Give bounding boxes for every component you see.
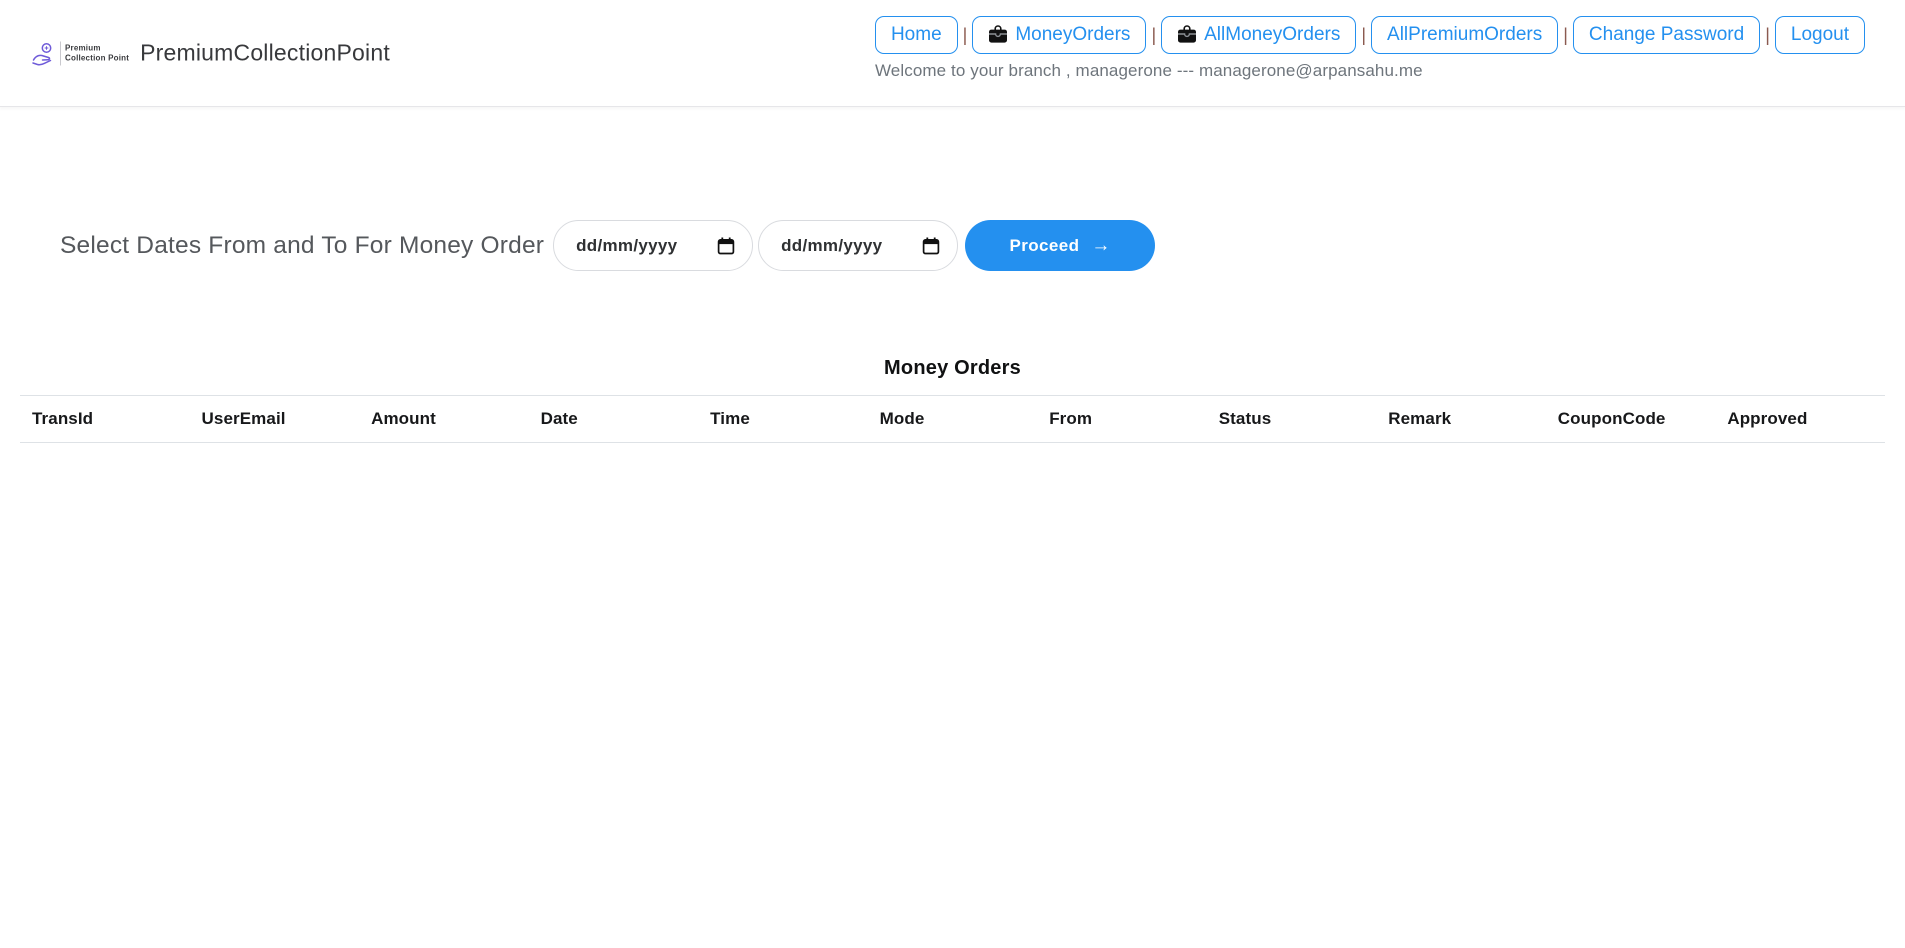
navbar: Premium Collection Point PremiumCollecti…	[0, 0, 1905, 107]
brand-title: PremiumCollectionPoint	[140, 40, 390, 67]
right-arrow-icon: →	[1091, 235, 1110, 257]
nav-button-logout[interactable]: Logout	[1775, 16, 1865, 54]
proceed-button-label: Proceed	[1009, 236, 1079, 256]
proceed-button[interactable]: Proceed →	[965, 220, 1155, 271]
column-header-amount: Amount	[359, 396, 529, 443]
nav-button-allmoneyorders[interactable]: AllMoneyOrders	[1161, 16, 1356, 54]
briefcase-icon	[1177, 25, 1197, 45]
calendar-icon[interactable]	[716, 236, 736, 256]
date-to-field[interactable]	[758, 220, 958, 271]
nav-separator: |	[963, 25, 968, 46]
column-header-time: Time	[698, 396, 868, 443]
nav-separator: |	[1765, 25, 1770, 46]
column-header-approved: Approved	[1715, 396, 1885, 443]
brand-logo-line1: Premium	[65, 43, 129, 53]
column-header-date: Date	[529, 396, 699, 443]
nav-buttons: Home | MoneyOrders |	[875, 16, 1865, 54]
brand-logo: Premium Collection Point	[30, 40, 129, 66]
column-header-transid: TransId	[20, 396, 190, 443]
main-content: Select Dates From and To For Money Order	[0, 220, 1905, 443]
orders-table: TransId UserEmail Amount Date Time Mode …	[20, 395, 1885, 443]
nav-button-allpremiumorders[interactable]: AllPremiumOrders	[1371, 16, 1558, 54]
column-header-mode: Mode	[868, 396, 1038, 443]
nav-button-logout-label: Logout	[1791, 24, 1849, 46]
nav-button-moneyorders[interactable]: MoneyOrders	[972, 16, 1146, 54]
nav-separator: |	[1361, 25, 1366, 46]
date-to-input[interactable]	[781, 236, 901, 256]
date-filter-heading: Select Dates From and To For Money Order	[60, 232, 544, 260]
column-header-useremail: UserEmail	[190, 396, 360, 443]
nav-separator: |	[1151, 25, 1156, 46]
brand-logo-divider	[60, 41, 61, 65]
date-filter-form: Select Dates From and To For Money Order	[60, 220, 1905, 271]
column-header-remark: Remark	[1376, 396, 1546, 443]
nav-separator: |	[1563, 25, 1568, 46]
orders-table-header-row: TransId UserEmail Amount Date Time Mode …	[20, 396, 1885, 443]
nav-right: Home | MoneyOrders |	[875, 16, 1865, 81]
briefcase-icon	[988, 25, 1008, 45]
column-header-from: From	[1037, 396, 1207, 443]
brand-logo-line2: Collection Point	[65, 53, 129, 63]
date-from-input[interactable]	[576, 236, 696, 256]
calendar-icon[interactable]	[921, 236, 941, 256]
nav-button-change-password[interactable]: Change Password	[1573, 16, 1760, 54]
orders-table-title: Money Orders	[0, 357, 1905, 380]
welcome-text: Welcome to your branch , managerone --- …	[875, 61, 1865, 81]
brand-logo-text: Premium Collection Point	[65, 43, 129, 63]
date-from-field[interactable]	[553, 220, 753, 271]
nav-button-moneyorders-label: MoneyOrders	[1015, 24, 1130, 46]
nav-button-home[interactable]: Home	[875, 16, 958, 54]
column-header-status: Status	[1207, 396, 1377, 443]
brand[interactable]: Premium Collection Point PremiumCollecti…	[30, 40, 390, 67]
nav-button-allmoneyorders-label: AllMoneyOrders	[1204, 24, 1340, 46]
orders-table-container: TransId UserEmail Amount Date Time Mode …	[20, 395, 1885, 443]
nav-button-allpremiumorders-label: AllPremiumOrders	[1387, 24, 1542, 46]
nav-button-change-password-label: Change Password	[1589, 24, 1744, 46]
column-header-couponcode: CouponCode	[1546, 396, 1716, 443]
nav-button-home-label: Home	[891, 24, 942, 46]
hand-coin-icon	[30, 40, 56, 66]
